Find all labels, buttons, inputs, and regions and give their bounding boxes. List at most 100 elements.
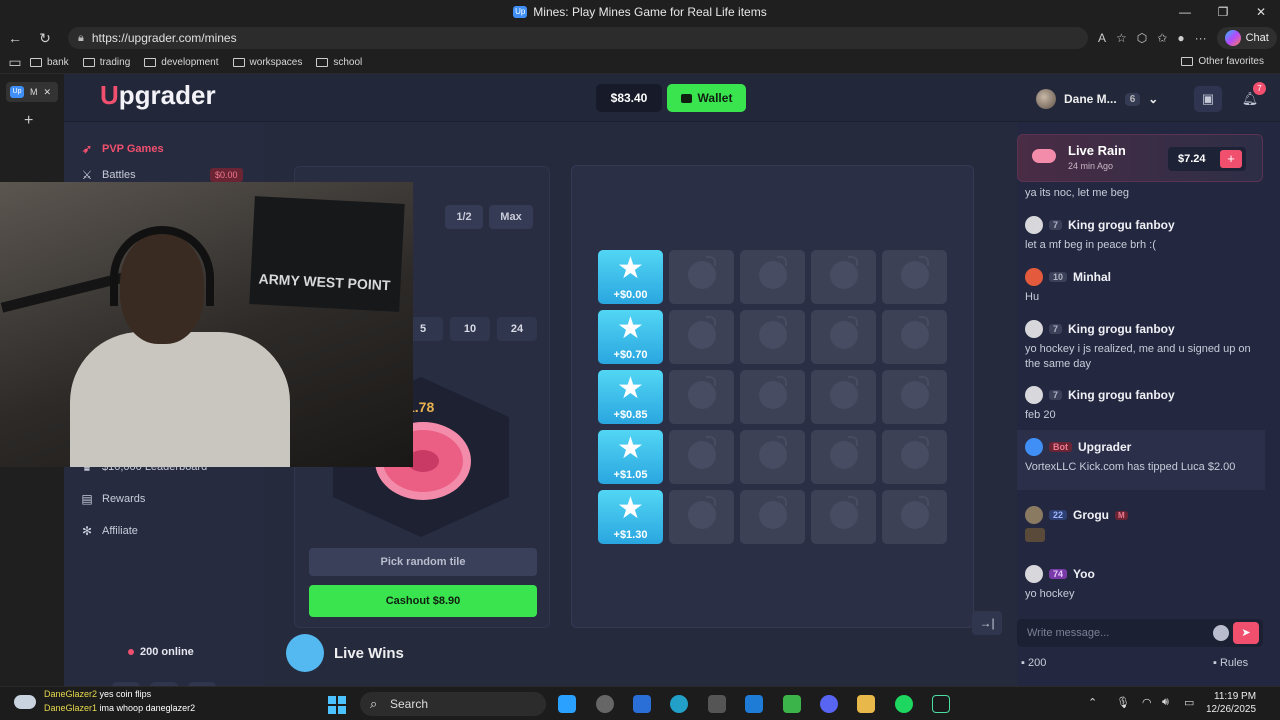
user-menu[interactable]: Dane M... 6 ⌄	[1036, 86, 1188, 112]
tray-overflow-icon[interactable]: ⌃	[1088, 696, 1097, 709]
new-tab-button[interactable]: +	[24, 112, 33, 130]
bomb-tile[interactable]	[811, 370, 876, 424]
bomb-tile[interactable]	[811, 430, 876, 484]
chat-username[interactable]: King grogu fanboy	[1068, 388, 1175, 402]
sidebar-item-rewards[interactable]: ▤ Rewards	[80, 492, 145, 506]
favorite-star-icon[interactable]: ☆	[1116, 31, 1127, 45]
sidebar-item-affiliate[interactable]: ✻ Affiliate	[80, 524, 138, 538]
minimize-button[interactable]: —	[1166, 0, 1204, 24]
collapse-chat-button[interactable]: →|	[972, 611, 1002, 635]
bomb-tile[interactable]	[740, 310, 805, 364]
rocket-icon: ➶	[81, 142, 93, 156]
pick-random-tile-button[interactable]: Pick random tile	[309, 548, 537, 576]
widgets-icon[interactable]	[558, 695, 576, 713]
sidebar-item-pvp-games[interactable]: ➶ PVP Games	[80, 142, 164, 156]
revealed-star-tile[interactable]: ★ +$1.30	[598, 490, 663, 544]
revealed-star-tile[interactable]: ★ +$0.85	[598, 370, 663, 424]
battery-icon[interactable]: ▭	[1184, 696, 1194, 709]
weather-icon[interactable]	[14, 695, 36, 709]
bomb-tile[interactable]	[740, 370, 805, 424]
half-bet-button[interactable]: 1/2	[445, 205, 483, 229]
online-dot-icon	[128, 649, 134, 655]
bomb-tile[interactable]	[811, 310, 876, 364]
close-tab-icon[interactable]: ✕	[44, 87, 52, 98]
read-aloud-icon[interactable]: A	[1098, 31, 1106, 45]
cashout-button[interactable]: Cashout $8.90	[309, 585, 537, 617]
bomb-tile[interactable]	[669, 250, 734, 304]
bookmark-bank[interactable]: bank	[30, 57, 69, 68]
volume-icon[interactable]: 🔊︎	[1162, 696, 1169, 709]
bookmark-development[interactable]: development	[144, 57, 219, 68]
chat-rules-link[interactable]: ▪ Rules	[1213, 657, 1248, 669]
close-window-button[interactable]: ✕	[1242, 0, 1280, 24]
bookmark-trading[interactable]: trading	[82, 57, 130, 68]
chat-username[interactable]: King grogu fanboy	[1068, 322, 1175, 336]
tab-mines[interactable]: Up M ✕	[6, 82, 58, 102]
more-menu-icon[interactable]: ···	[1195, 31, 1207, 45]
extensions-icon[interactable]: ⬡	[1137, 31, 1147, 45]
settings-icon[interactable]	[596, 695, 614, 713]
discord-icon[interactable]	[820, 695, 838, 713]
mines-option-10[interactable]: 10	[450, 317, 490, 341]
chat-username[interactable]: Upgrader	[1078, 440, 1131, 454]
bomb-tile[interactable]	[740, 430, 805, 484]
outlook-icon[interactable]	[633, 695, 651, 713]
mines-option-24[interactable]: 24	[497, 317, 537, 341]
wallet-button[interactable]: Wallet	[667, 84, 746, 112]
bomb-tile[interactable]	[882, 370, 947, 424]
bomb-tile[interactable]	[669, 370, 734, 424]
file-explorer-icon[interactable]	[857, 695, 875, 713]
site-logo[interactable]: Upgrader	[100, 80, 216, 111]
profile-icon[interactable]: ●	[1177, 31, 1184, 45]
maximize-button[interactable]: ❐	[1204, 0, 1242, 24]
gift-icon: ▤	[81, 492, 93, 506]
wifi-icon[interactable]: ◠	[1142, 696, 1152, 709]
max-bet-button[interactable]: Max	[489, 205, 533, 229]
bomb-tile[interactable]	[669, 430, 734, 484]
bomb-tile[interactable]	[882, 430, 947, 484]
terminal-icon[interactable]	[932, 695, 950, 713]
microphone-icon[interactable]: 🎙︎	[1116, 696, 1130, 709]
notifications-button[interactable]: 🔔︎ 7	[1236, 82, 1266, 112]
add-to-rain-button[interactable]: +	[1220, 150, 1242, 168]
avatar	[1025, 386, 1043, 404]
send-message-button[interactable]: ➤	[1233, 622, 1259, 644]
bomb-tile[interactable]	[811, 490, 876, 544]
favorites-icon[interactable]: ✩	[1157, 31, 1167, 45]
copilot-chat-button[interactable]: Chat	[1216, 27, 1277, 49]
revealed-star-tile[interactable]: ★ +$0.00	[598, 250, 663, 304]
bomb-tile[interactable]	[882, 310, 947, 364]
taskbar-search[interactable]: Search	[360, 692, 546, 716]
bookmark-school[interactable]: school	[316, 57, 362, 68]
bomb-tile[interactable]	[740, 250, 805, 304]
bomb-tile[interactable]	[882, 490, 947, 544]
chat-username[interactable]: Yoo	[1073, 567, 1095, 581]
bomb-tile[interactable]	[882, 250, 947, 304]
url-field[interactable]: 🔒︎ https://upgrader.com/mines	[68, 27, 1088, 49]
bomb-tile[interactable]	[669, 310, 734, 364]
bomb-tile[interactable]	[811, 250, 876, 304]
android-studio-icon[interactable]	[783, 695, 801, 713]
revealed-star-tile[interactable]: ★ +$0.70	[598, 310, 663, 364]
chat-username[interactable]: King grogu fanboy	[1068, 218, 1175, 232]
sidebar-item-battles[interactable]: ⚔ Battles	[80, 168, 136, 182]
system-clock[interactable]: 11:19 PM 12/26/2025	[1206, 690, 1256, 716]
bomb-tile[interactable]	[740, 490, 805, 544]
back-icon[interactable]: ←	[0, 30, 30, 46]
vscode-icon[interactable]	[745, 695, 763, 713]
tab-actions-icon[interactable]: ▭	[0, 54, 30, 71]
gift-button[interactable]: ▣	[1194, 86, 1222, 112]
chat-username[interactable]: Grogu	[1073, 508, 1109, 522]
edge-icon[interactable]	[670, 695, 688, 713]
bookmark-workspaces[interactable]: workspaces	[232, 57, 302, 68]
start-button[interactable]	[328, 696, 346, 714]
emoji-icon[interactable]	[1213, 625, 1229, 641]
other-favorites[interactable]: Other favorites	[1181, 56, 1264, 67]
revealed-star-tile[interactable]: ★ +$1.05	[598, 430, 663, 484]
send-icon: ➤	[1241, 627, 1251, 639]
snipping-tool-icon[interactable]	[708, 695, 726, 713]
refresh-icon[interactable]: ↻	[30, 30, 60, 47]
chat-username[interactable]: Minhal	[1073, 270, 1111, 284]
spotify-icon[interactable]	[895, 695, 913, 713]
bomb-tile[interactable]	[669, 490, 734, 544]
